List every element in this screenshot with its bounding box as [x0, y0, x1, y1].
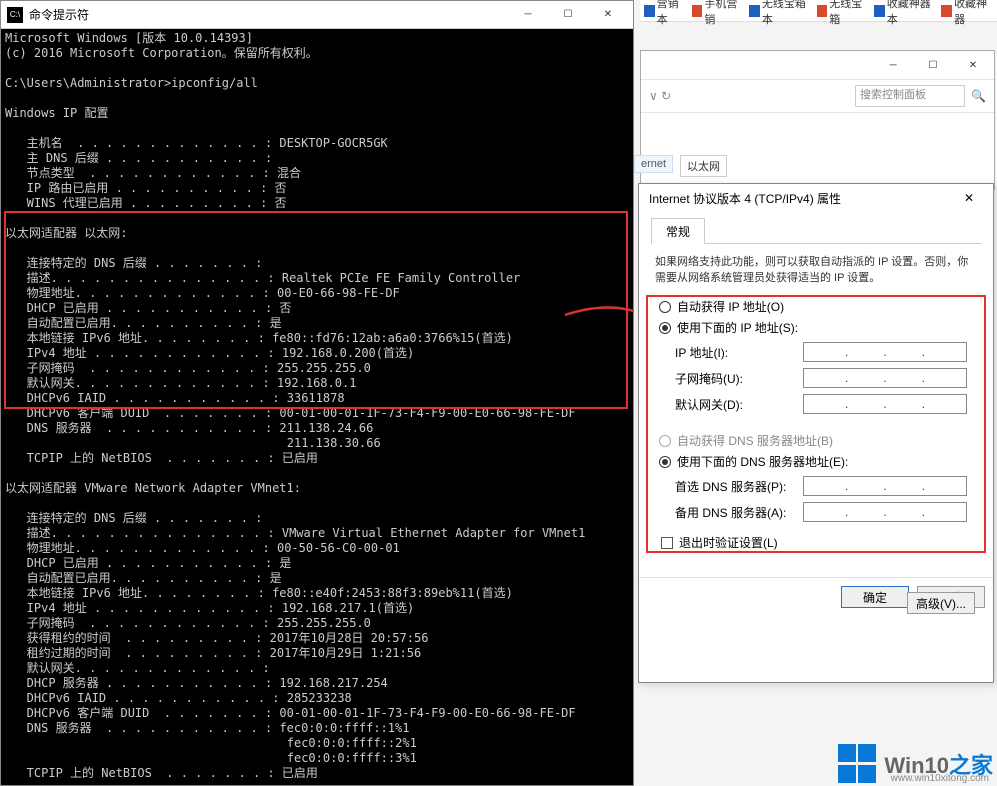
ethernet-label[interactable]: 以太网 — [680, 155, 727, 177]
close-button[interactable]: ✕ — [960, 55, 986, 75]
close-icon[interactable]: ✕ — [955, 188, 983, 208]
search-icon[interactable]: 🔍 — [971, 89, 986, 103]
command-prompt-window: C:\ 命令提示符 ─ ☐ ✕ Microsoft Windows [版本 10… — [0, 0, 634, 786]
bookmark-item[interactable]: 手机营销 — [692, 0, 744, 27]
ok-button[interactable]: 确定 — [841, 586, 909, 608]
subnet-mask-input[interactable]: ... — [803, 368, 967, 388]
dialog-description: 如果网络支持此功能，则可以获取自动指派的 IP 设置。否则，你需要从网络系统管理… — [655, 254, 977, 286]
bookmark-bar: 营销本 手机营销 无线宝箱本 无线宝箱 收藏神器本 收藏神器 — [640, 0, 997, 22]
dns2-row: 备用 DNS 服务器(A): ... — [675, 502, 977, 522]
bookmark-item[interactable]: 无线宝箱本 — [749, 0, 810, 27]
dialog-title: Internet 协议版本 4 (TCP/IPv4) 属性 — [649, 190, 955, 207]
minimize-button[interactable]: ─ — [515, 5, 541, 25]
dns1-row: 首选 DNS 服务器(P): ... — [675, 476, 977, 496]
bookmark-item[interactable]: 收藏神器 — [941, 0, 993, 27]
minimize-button[interactable]: ─ — [880, 55, 906, 75]
radio-auto-ip[interactable]: 自动获得 IP 地址(O) — [659, 298, 973, 315]
maximize-button[interactable]: ☐ — [555, 5, 581, 25]
cmd-titlebar: C:\ 命令提示符 ─ ☐ ✕ — [1, 1, 633, 29]
ip-address-row: IP 地址(I): ... — [675, 342, 977, 362]
cmd-title-text: 命令提示符 — [29, 6, 509, 23]
preferred-dns-input[interactable]: ... — [803, 476, 967, 496]
windows-logo-icon — [838, 744, 878, 784]
watermark-url: www.win10xitong.com — [891, 773, 989, 784]
breadcrumb-arrow[interactable]: ∨ ↻ — [649, 89, 849, 103]
gateway-input[interactable]: ... — [803, 394, 967, 414]
bookmark-item[interactable]: 收藏神器本 — [874, 0, 935, 27]
ip-address-input[interactable]: ... — [803, 342, 967, 362]
cmd-output[interactable]: Microsoft Windows [版本 10.0.14393] (c) 20… — [1, 29, 633, 785]
cmd-icon: C:\ — [7, 7, 23, 23]
alternate-dns-input[interactable]: ... — [803, 502, 967, 522]
tab-general[interactable]: 常规 — [651, 218, 705, 244]
radio-use-dns[interactable]: 使用下面的 DNS 服务器地址(E): — [659, 453, 973, 470]
advanced-button[interactable]: 高级(V)... — [907, 592, 975, 614]
radio-auto-dns: 自动获得 DNS 服务器地址(B) — [659, 432, 973, 449]
bookmark-item[interactable]: 无线宝箱 — [817, 0, 869, 27]
subnet-mask-row: 子网掩码(U): ... — [675, 368, 977, 388]
search-input[interactable]: 搜索控制面板 — [855, 85, 965, 107]
ernet-label: ernet — [634, 155, 673, 173]
gateway-row: 默认网关(D): ... — [675, 394, 977, 414]
bookmark-item[interactable]: 营销本 — [644, 0, 686, 27]
close-button[interactable]: ✕ — [595, 5, 621, 25]
validate-checkbox-row[interactable]: 退出时验证设置(L) — [661, 534, 971, 551]
tcpip-properties-dialog: Internet 协议版本 4 (TCP/IPv4) 属性 ✕ 常规 如果网络支… — [638, 183, 994, 683]
validate-checkbox[interactable] — [661, 537, 673, 549]
maximize-button[interactable]: ☐ — [920, 55, 946, 75]
radio-use-ip[interactable]: 使用下面的 IP 地址(S): — [659, 319, 973, 336]
